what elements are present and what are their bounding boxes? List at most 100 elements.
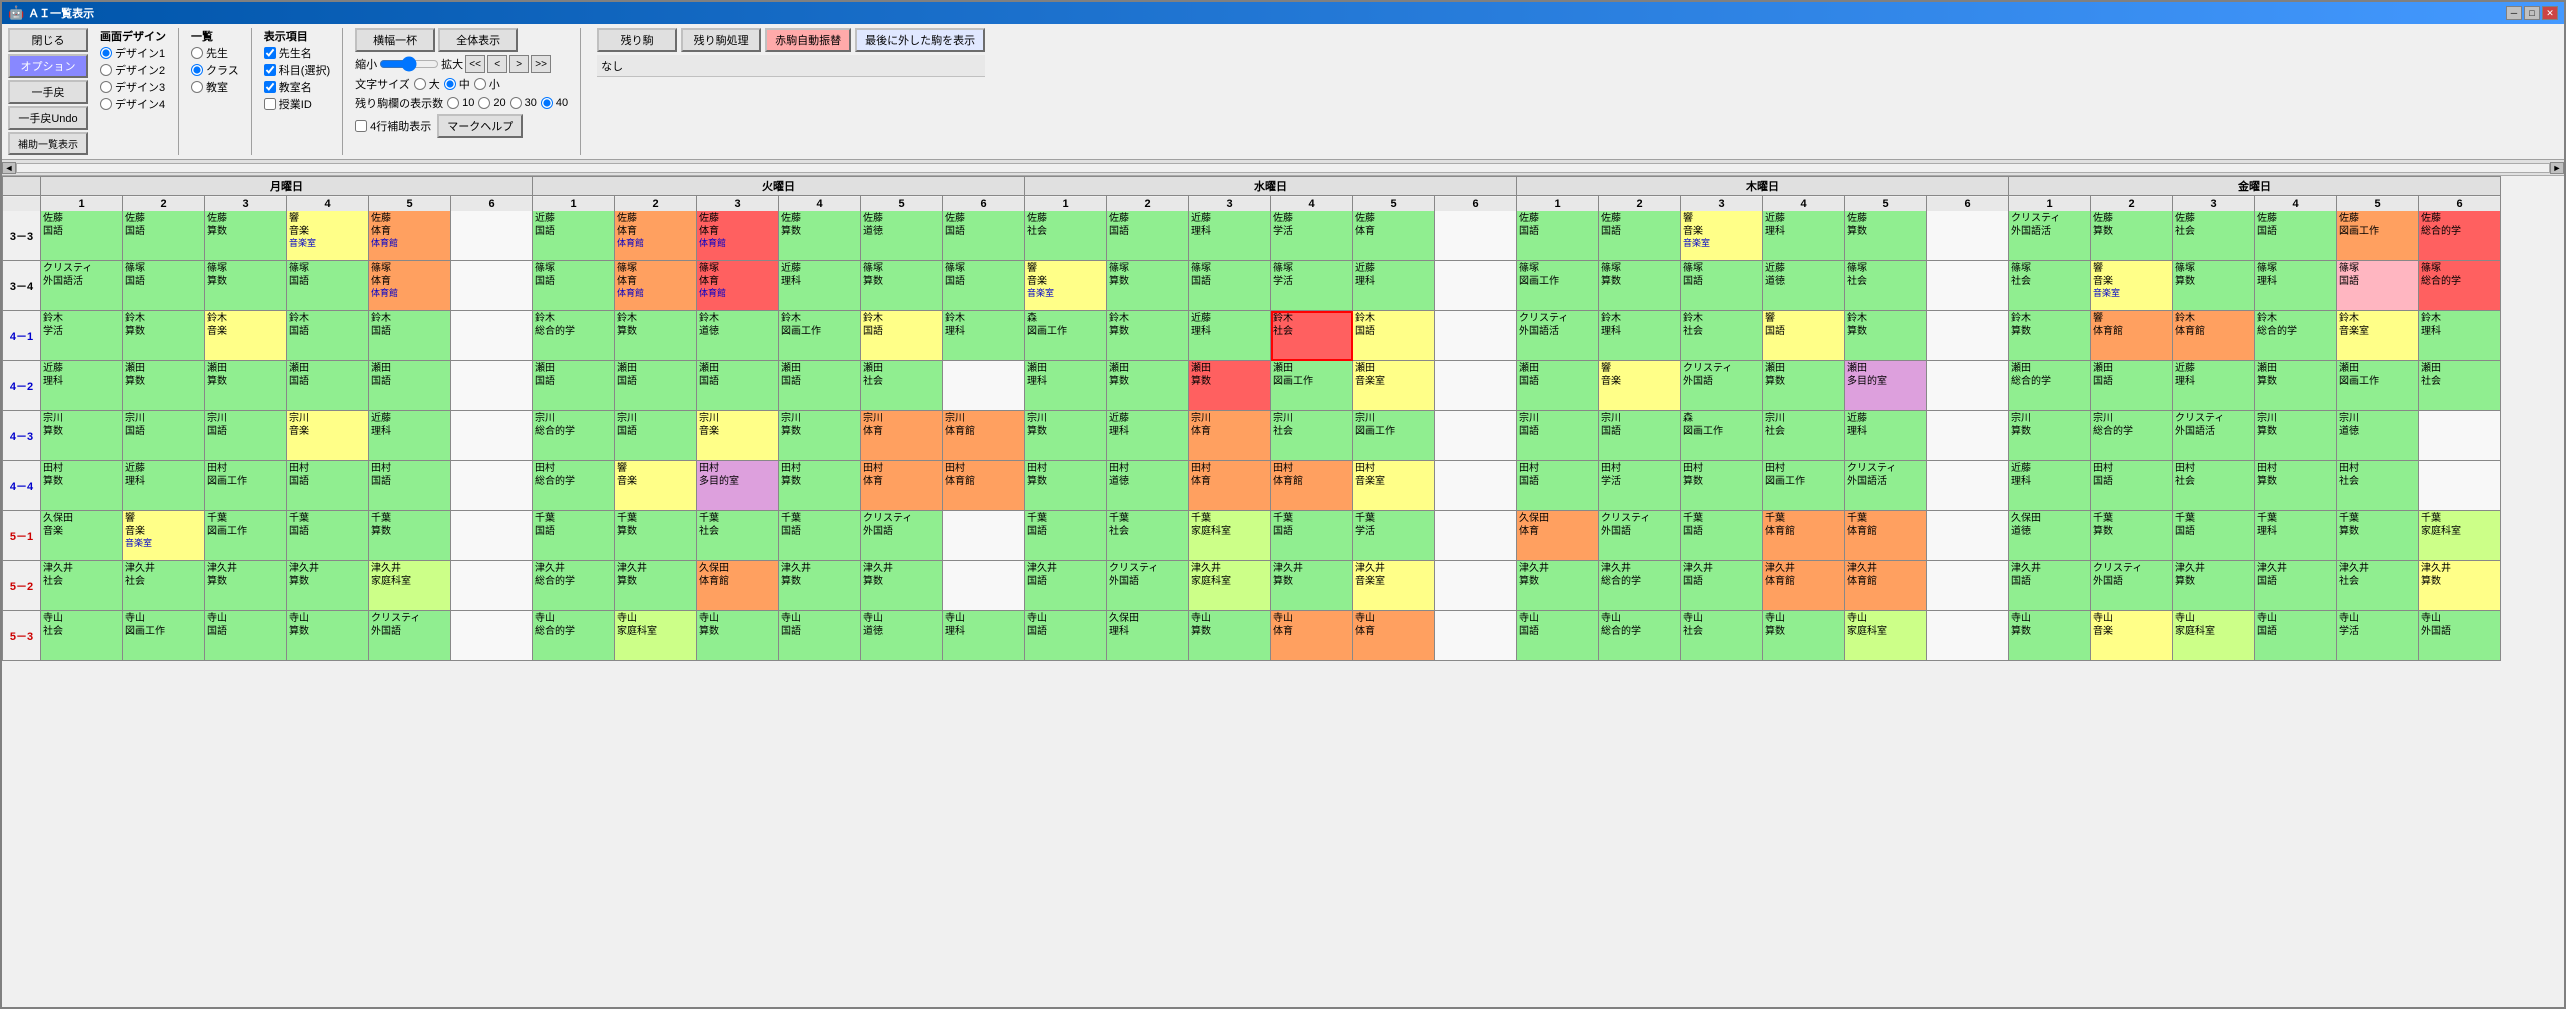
schedule-cell[interactable] — [1435, 411, 1517, 461]
schedule-cell[interactable]: 宗川音楽 — [287, 411, 369, 461]
schedule-cell[interactable] — [1435, 361, 1517, 411]
schedule-cell[interactable]: 鈴木音楽室 — [2337, 311, 2419, 361]
schedule-cell[interactable]: 鈴木社会 — [1681, 311, 1763, 361]
schedule-cell[interactable]: 寺山国語 — [1517, 611, 1599, 661]
schedule-cell[interactable]: 鈴木算数 — [615, 311, 697, 361]
schedule-cell[interactable] — [1927, 561, 2009, 611]
schedule-cell[interactable]: 近藤理科 — [2009, 461, 2091, 511]
schedule-cell[interactable]: 宗川総合的学 — [533, 411, 615, 461]
schedule-cell[interactable]: 鈴木国語 — [1353, 311, 1435, 361]
schedule-cell[interactable]: 近藤道徳 — [1763, 261, 1845, 311]
schedule-cell[interactable]: 津久井算数 — [1271, 561, 1353, 611]
schedule-cell[interactable]: 鈴木国語 — [287, 311, 369, 361]
schedule-cell[interactable]: 千葉国語 — [779, 511, 861, 561]
font-medium-radio[interactable] — [444, 78, 456, 90]
schedule-cell[interactable]: 津久井算数 — [861, 561, 943, 611]
remaining-process-button[interactable]: 残り駒処理 — [681, 28, 761, 52]
schedule-cell[interactable]: 寺山総合的学 — [533, 611, 615, 661]
nav-next-button[interactable]: > — [509, 55, 529, 73]
schedule-cell[interactable]: 津久井音楽室 — [1353, 561, 1435, 611]
schedule-cell[interactable]: 宗川算数 — [2009, 411, 2091, 461]
scroll-left-btn[interactable]: ◄ — [2, 162, 16, 174]
h-scrollbar[interactable] — [16, 163, 2550, 173]
view-class-radio[interactable] — [191, 64, 203, 76]
show-all-button[interactable]: 全体表示 — [438, 28, 518, 52]
four-row-check[interactable] — [355, 120, 367, 132]
schedule-cell[interactable]: 寺山国語 — [779, 611, 861, 661]
schedule-cell[interactable]: 田村算数 — [41, 461, 123, 511]
schedule-cell[interactable] — [451, 361, 533, 411]
schedule-cell[interactable]: クリスティ外国語 — [2091, 561, 2173, 611]
schedule-cell[interactable]: 宗川国語 — [123, 411, 205, 461]
schedule-cell[interactable]: 千葉算数 — [2337, 511, 2419, 561]
schedule-cell[interactable]: 津久井算数 — [205, 561, 287, 611]
schedule-cell[interactable]: 瀬田国語 — [1517, 361, 1599, 411]
design3-radio[interactable] — [100, 81, 112, 93]
schedule-cell[interactable]: 寺山国語 — [1025, 611, 1107, 661]
schedule-cell[interactable]: 鈴木図画工作 — [779, 311, 861, 361]
zoom-slider[interactable] — [379, 56, 439, 72]
schedule-cell[interactable]: 津久井総合的学 — [1599, 561, 1681, 611]
schedule-cell[interactable]: 宗川総合的学 — [2091, 411, 2173, 461]
schedule-cell[interactable]: 瀬田国語 — [369, 361, 451, 411]
schedule-cell[interactable]: 津久井総合的学 — [533, 561, 615, 611]
rem30-radio[interactable] — [510, 97, 522, 109]
schedule-cell[interactable]: 寺山音楽 — [2091, 611, 2173, 661]
schedule-cell[interactable] — [1435, 561, 1517, 611]
schedule-cell[interactable]: 寺山社会 — [41, 611, 123, 661]
schedule-cell[interactable]: 響音楽音楽室 — [1025, 261, 1107, 311]
schedule-cell[interactable]: 鈴木理科 — [943, 311, 1025, 361]
check-subject[interactable] — [264, 64, 276, 76]
schedule-cell[interactable]: 田村体育館 — [943, 461, 1025, 511]
schedule-cell[interactable] — [451, 461, 533, 511]
schedule-cell[interactable]: 宗川体育 — [1189, 411, 1271, 461]
schedule-cell[interactable]: 千葉国語 — [1025, 511, 1107, 561]
fit-width-button[interactable]: 横幅一杯 — [355, 28, 435, 52]
schedule-cell[interactable]: 佐藤図画工作 — [2337, 211, 2419, 261]
schedule-cell[interactable]: 田村算数 — [779, 461, 861, 511]
schedule-cell[interactable]: 田村国語 — [2091, 461, 2173, 511]
schedule-cell[interactable]: 寺山図画工作 — [123, 611, 205, 661]
schedule-cell[interactable]: 田村国語 — [287, 461, 369, 511]
schedule-cell[interactable]: 寺山国語 — [205, 611, 287, 661]
schedule-cell[interactable]: 篠塚算数 — [861, 261, 943, 311]
schedule-cell[interactable]: 佐藤学活 — [1271, 211, 1353, 261]
schedule-cell[interactable] — [1927, 261, 2009, 311]
schedule-cell[interactable]: 久保田体育館 — [697, 561, 779, 611]
schedule-cell[interactable]: 津久井国語 — [1681, 561, 1763, 611]
schedule-cell[interactable]: 田村多目的室 — [697, 461, 779, 511]
schedule-cell[interactable]: 瀬田国語 — [2091, 361, 2173, 411]
schedule-cell[interactable]: 篠塚算数 — [2173, 261, 2255, 311]
schedule-cell[interactable]: 響音楽音楽室 — [2091, 261, 2173, 311]
schedule-cell[interactable]: 久保田体育 — [1517, 511, 1599, 561]
schedule-cell[interactable]: 佐藤社会 — [1025, 211, 1107, 261]
schedule-cell[interactable]: 響音楽 — [615, 461, 697, 511]
schedule-cell[interactable] — [451, 411, 533, 461]
close-button[interactable]: 閉じる — [8, 28, 88, 52]
schedule-cell[interactable]: 篠塚社会 — [2009, 261, 2091, 311]
one-back-button[interactable]: 一手戻 — [8, 80, 88, 104]
schedule-cell[interactable]: 田村算数 — [2255, 461, 2337, 511]
schedule-cell[interactable]: 佐藤国語 — [1517, 211, 1599, 261]
schedule-cell[interactable]: 森図画工作 — [1025, 311, 1107, 361]
schedule-cell[interactable]: クリスティ外国語 — [1599, 511, 1681, 561]
schedule-cell[interactable]: 宗川算数 — [1025, 411, 1107, 461]
schedule-cell[interactable]: 田村体育 — [1189, 461, 1271, 511]
one-back-undo-button[interactable]: 一手戻Undo — [8, 106, 88, 130]
schedule-cell[interactable]: 寺山算数 — [1189, 611, 1271, 661]
schedule-cell[interactable]: 鈴木理科 — [1599, 311, 1681, 361]
design1-radio[interactable] — [100, 47, 112, 59]
schedule-cell[interactable]: 鈴木総合的学 — [2255, 311, 2337, 361]
schedule-cell[interactable]: 佐藤体育体育館 — [615, 211, 697, 261]
schedule-cell[interactable] — [2419, 461, 2501, 511]
schedule-cell[interactable]: 瀬田算数 — [123, 361, 205, 411]
schedule-cell[interactable]: 宗川国語 — [1517, 411, 1599, 461]
schedule-cell[interactable]: 佐藤道徳 — [861, 211, 943, 261]
schedule-cell[interactable]: 千葉算数 — [615, 511, 697, 561]
schedule-cell[interactable]: 田村体育 — [861, 461, 943, 511]
schedule-cell[interactable]: 宗川社会 — [1271, 411, 1353, 461]
check-teacher-name[interactable] — [264, 47, 276, 59]
schedule-cell[interactable]: 津久井算数 — [615, 561, 697, 611]
remaining-button[interactable]: 残り駒 — [597, 28, 677, 52]
schedule-cell[interactable]: 瀬田社会 — [861, 361, 943, 411]
